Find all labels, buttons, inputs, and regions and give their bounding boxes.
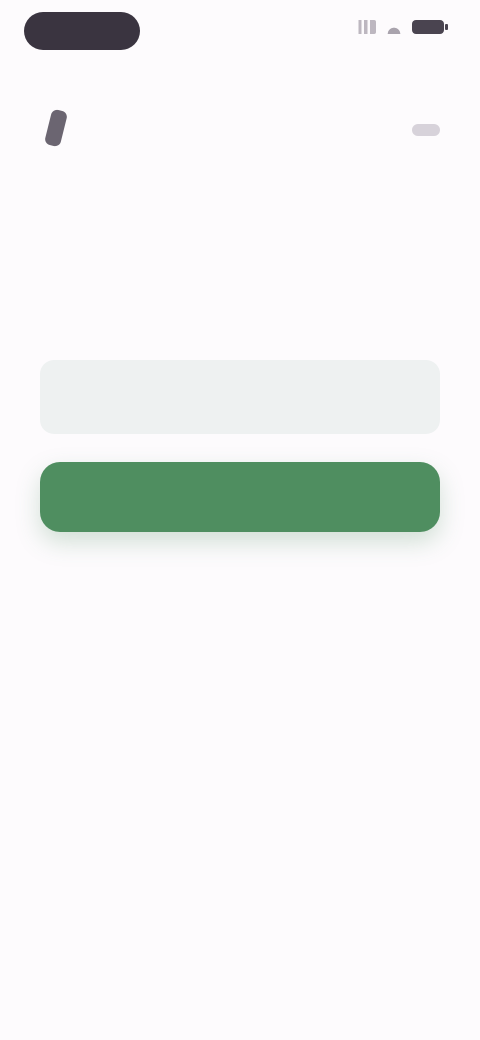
text-input[interactable]	[60, 385, 420, 409]
brand-logo	[38, 108, 69, 148]
footer	[40, 800, 440, 846]
main-content	[40, 320, 440, 536]
input-container	[40, 360, 440, 434]
primary-action-button[interactable]	[40, 462, 440, 532]
wifi-icon	[386, 20, 402, 34]
status-time	[24, 12, 140, 50]
app-screen	[0, 0, 480, 1040]
battery-icon	[412, 20, 448, 34]
brand-mark-icon	[43, 108, 69, 148]
signal-icon	[354, 20, 376, 34]
status-icons	[354, 20, 448, 34]
header	[0, 96, 480, 168]
status-bar	[0, 0, 480, 64]
menu-icon[interactable]	[412, 124, 440, 136]
